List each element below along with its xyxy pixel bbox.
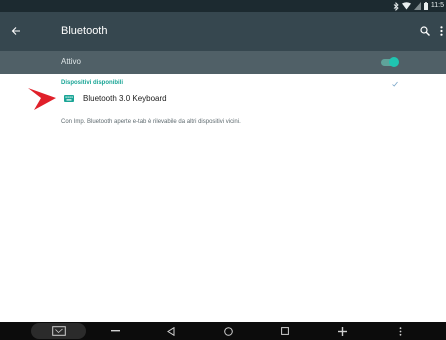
app-bar: Bluetooth (0, 12, 446, 51)
status-time: 11:5 (430, 2, 444, 9)
progress-check-icon (392, 81, 398, 87)
page-title: Bluetooth (61, 25, 108, 37)
toggle-thumb (389, 57, 399, 67)
search-icon[interactable] (417, 22, 433, 40)
more-vert-icon[interactable] (436, 22, 446, 40)
device-list-item[interactable]: Bluetooth 3.0 Keyboard (0, 88, 446, 110)
switch-label: Attivo (61, 57, 82, 66)
volume-down-icon[interactable] (107, 322, 123, 340)
screenshot-icon[interactable] (48, 322, 70, 340)
visibility-info-text: Con Imp. Bluetooth aperte e-tab è rileva… (61, 119, 241, 125)
section-header: Dispositivi disponibili (61, 80, 124, 86)
back-arrow-icon[interactable] (6, 21, 26, 41)
status-icons: 11:5 (393, 1, 444, 11)
status-bar: 11:5 (0, 0, 446, 12)
keyboard-icon (64, 95, 74, 102)
menu-icon[interactable] (393, 322, 407, 340)
bluetooth-icon (393, 1, 399, 11)
bluetooth-toggle[interactable] (379, 57, 399, 68)
signal-icon (413, 2, 421, 10)
home-icon[interactable] (220, 322, 236, 340)
device-name: Bluetooth 3.0 Keyboard (83, 94, 167, 103)
back-icon[interactable] (163, 322, 179, 340)
wifi-icon (401, 2, 411, 10)
bluetooth-master-switch[interactable]: Attivo (0, 51, 446, 74)
recents-icon[interactable] (277, 322, 293, 340)
volume-up-icon[interactable] (334, 322, 350, 340)
navigation-bar (0, 322, 446, 340)
red-arrow-icon (28, 88, 56, 110)
battery-icon (423, 2, 428, 10)
